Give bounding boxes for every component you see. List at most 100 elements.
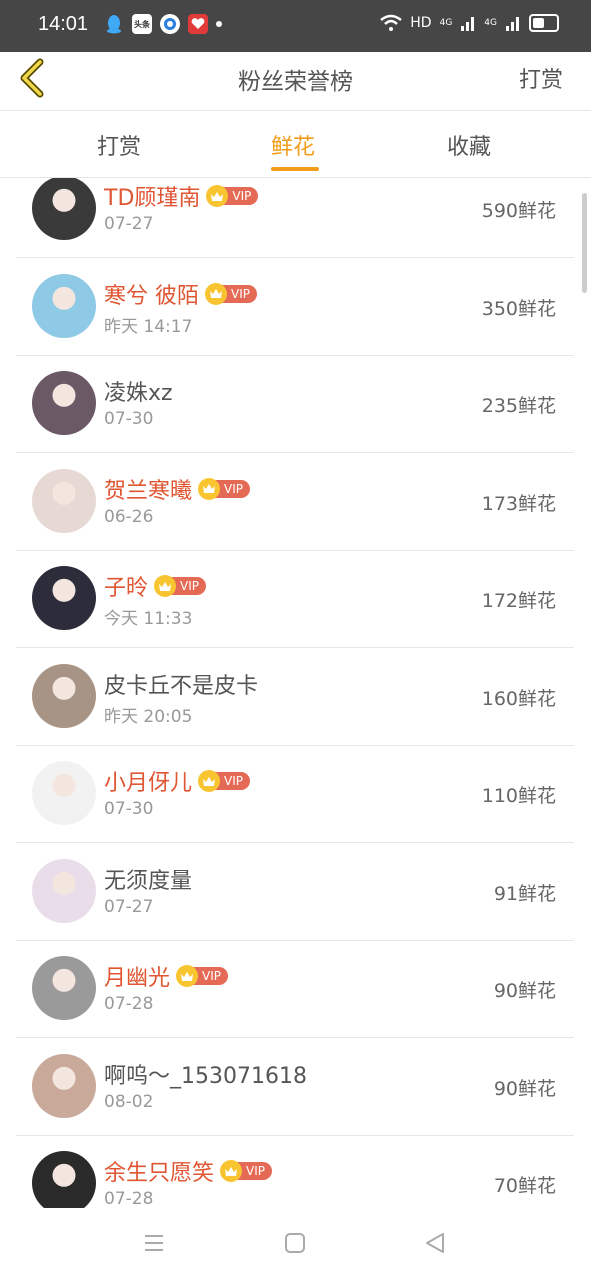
crown-icon bbox=[198, 770, 221, 792]
gift-date: 07-27 bbox=[104, 896, 154, 917]
user-name-line: 无须度量 bbox=[104, 863, 192, 895]
user-name[interactable]: 皮卡丘不是皮卡 bbox=[104, 668, 258, 700]
avatar[interactable] bbox=[32, 1151, 96, 1208]
list-item[interactable]: 余生只愿笑 VIP 07-28 70鲜花 bbox=[16, 1135, 574, 1208]
home-square-icon[interactable] bbox=[284, 1232, 306, 1254]
vip-badge: VIP bbox=[198, 770, 250, 792]
crown-icon bbox=[176, 965, 199, 987]
avatar[interactable] bbox=[32, 956, 96, 1020]
user-name-line: 小月伢儿 VIP bbox=[104, 765, 250, 797]
user-name[interactable]: 凌姝xz bbox=[104, 375, 173, 407]
user-name[interactable]: 小月伢儿 bbox=[104, 765, 192, 797]
crown-icon bbox=[220, 1160, 243, 1182]
avatar[interactable] bbox=[32, 663, 96, 728]
reward-button[interactable]: 打赏 bbox=[519, 62, 563, 94]
tab-reward[interactable]: 打赏 bbox=[97, 129, 141, 161]
user-name-line: 余生只愿笑 VIP bbox=[104, 1155, 272, 1187]
gift-date: 昨天 14:17 bbox=[104, 316, 193, 337]
user-name[interactable]: 无须度量 bbox=[104, 863, 192, 895]
signal2-label: 4G bbox=[484, 18, 497, 28]
flower-count: 350鲜花 bbox=[481, 297, 556, 320]
vip-badge: VIP bbox=[220, 1160, 272, 1182]
back-triangle-icon[interactable] bbox=[424, 1232, 446, 1254]
gift-date: 昨天 20:05 bbox=[104, 706, 193, 727]
gift-date: 今天 11:33 bbox=[104, 609, 193, 629]
signal1-label: 4G bbox=[439, 18, 453, 28]
list-item[interactable]: 无须度量 07-27 91鲜花 bbox=[16, 843, 574, 941]
list-item[interactable]: 皮卡丘不是皮卡昨天 20:05 160鲜花 bbox=[16, 648, 574, 746]
battery-icon bbox=[529, 14, 559, 32]
tab-bar: 打赏 鲜花 收藏 bbox=[0, 111, 591, 178]
flower-count: 70鲜花 bbox=[493, 1175, 556, 1197]
user-name-line: TD顾瑾南 VIP bbox=[104, 180, 259, 212]
heart-app-icon bbox=[188, 14, 208, 34]
toutiao-label: 头条 bbox=[134, 19, 150, 29]
user-name[interactable]: 啊呜～_153071618 bbox=[104, 1058, 307, 1090]
list-item[interactable]: TD顾瑾南 VIP 07-27 590鲜花 bbox=[16, 178, 574, 258]
gift-date: 07-27 bbox=[104, 214, 154, 234]
fan-ranking-list[interactable]: TD顾瑾南 VIP 07-27 590鲜花寒兮 彼陌 VIP 昨天 14:17 350鲜花凌… bbox=[0, 178, 591, 1208]
flower-count: 235鲜花 bbox=[481, 395, 556, 417]
list-item[interactable]: 子昤 VIP 今天 11:33 172鲜花 bbox=[16, 550, 574, 648]
menu-icon[interactable] bbox=[143, 1232, 165, 1254]
header: 粉丝荣誉榜 打赏 bbox=[0, 52, 591, 111]
hd-label: HD bbox=[410, 15, 432, 31]
user-name[interactable]: 余生只愿笑 bbox=[104, 1155, 214, 1187]
avatar[interactable] bbox=[32, 761, 96, 825]
signal1-icon bbox=[461, 17, 475, 31]
flower-count: 172鲜花 bbox=[481, 590, 556, 612]
avatar[interactable] bbox=[32, 468, 96, 533]
flower-count: 590鲜花 bbox=[481, 200, 556, 222]
flower-count: 90鲜花 bbox=[493, 1077, 556, 1100]
tab-flowers[interactable]: 鲜花 bbox=[271, 129, 315, 161]
notification-dot bbox=[216, 21, 222, 27]
avatar[interactable] bbox=[32, 566, 96, 630]
list-item[interactable]: 小月伢儿 VIP 07-30 110鲜花 bbox=[16, 745, 574, 843]
user-name-line: 寒兮 彼陌 VIP bbox=[104, 278, 257, 310]
user-name[interactable]: TD顾瑾南 bbox=[104, 180, 200, 212]
avatar[interactable] bbox=[32, 273, 96, 338]
avatar[interactable] bbox=[32, 1053, 96, 1118]
avatar[interactable] bbox=[32, 371, 96, 435]
vip-badge: VIP bbox=[154, 575, 206, 597]
avatar[interactable] bbox=[32, 178, 96, 240]
flower-count: 90鲜花 bbox=[493, 980, 556, 1002]
user-name[interactable]: 月幽光 bbox=[104, 960, 170, 992]
list-item[interactable]: 贺兰寒曦 VIP 06-26 173鲜花 bbox=[16, 453, 574, 551]
user-name[interactable]: 寒兮 彼陌 bbox=[104, 278, 199, 310]
qq-icon bbox=[104, 14, 124, 34]
gift-date: 06-26 bbox=[104, 506, 154, 527]
flower-count: 160鲜花 bbox=[481, 687, 556, 710]
status-notification-icons: 头条 bbox=[104, 14, 222, 34]
user-name[interactable]: 子昤 bbox=[104, 570, 148, 602]
flower-count: 110鲜花 bbox=[481, 785, 556, 807]
gift-date: 07-28 bbox=[104, 1189, 154, 1208]
flower-count: 91鲜花 bbox=[493, 882, 556, 905]
list-item[interactable]: 寒兮 彼陌 VIP 昨天 14:17 350鲜花 bbox=[16, 258, 574, 356]
status-system-icons: HD 4G 4G bbox=[380, 14, 559, 32]
vip-badge: VIP bbox=[205, 282, 257, 305]
status-time: 14:01 bbox=[38, 13, 89, 35]
user-name-line: 啊呜～_153071618 bbox=[104, 1058, 307, 1090]
user-name-line: 子昤 VIP bbox=[104, 570, 206, 602]
gift-date: 07-30 bbox=[104, 409, 154, 429]
avatar[interactable] bbox=[32, 858, 96, 923]
wifi-icon bbox=[380, 14, 403, 31]
list-item[interactable]: 凌姝xz 07-30 235鲜花 bbox=[16, 355, 574, 453]
vip-badge: VIP bbox=[198, 477, 250, 500]
status-bar: 14:01 头条 HD 4G 4G bbox=[0, 0, 591, 52]
user-name[interactable]: 贺兰寒曦 bbox=[104, 473, 192, 505]
browser-icon bbox=[160, 14, 180, 34]
crown-icon bbox=[205, 282, 227, 305]
vip-badge: VIP bbox=[206, 185, 259, 207]
list-item[interactable]: 啊呜～_153071618 08-02 90鲜花 bbox=[16, 1038, 574, 1136]
system-nav-bar bbox=[0, 1208, 591, 1280]
list-item[interactable]: 月幽光 VIP 07-28 90鲜花 bbox=[16, 940, 574, 1038]
toutiao-icon: 头条 bbox=[132, 14, 152, 34]
vip-badge: VIP bbox=[176, 965, 228, 987]
flower-count: 173鲜花 bbox=[481, 492, 556, 515]
scrollbar[interactable] bbox=[582, 193, 587, 293]
tab-favorites[interactable]: 收藏 bbox=[447, 129, 491, 161]
user-name-line: 贺兰寒曦 VIP bbox=[104, 473, 250, 505]
signal2-icon bbox=[506, 17, 519, 31]
